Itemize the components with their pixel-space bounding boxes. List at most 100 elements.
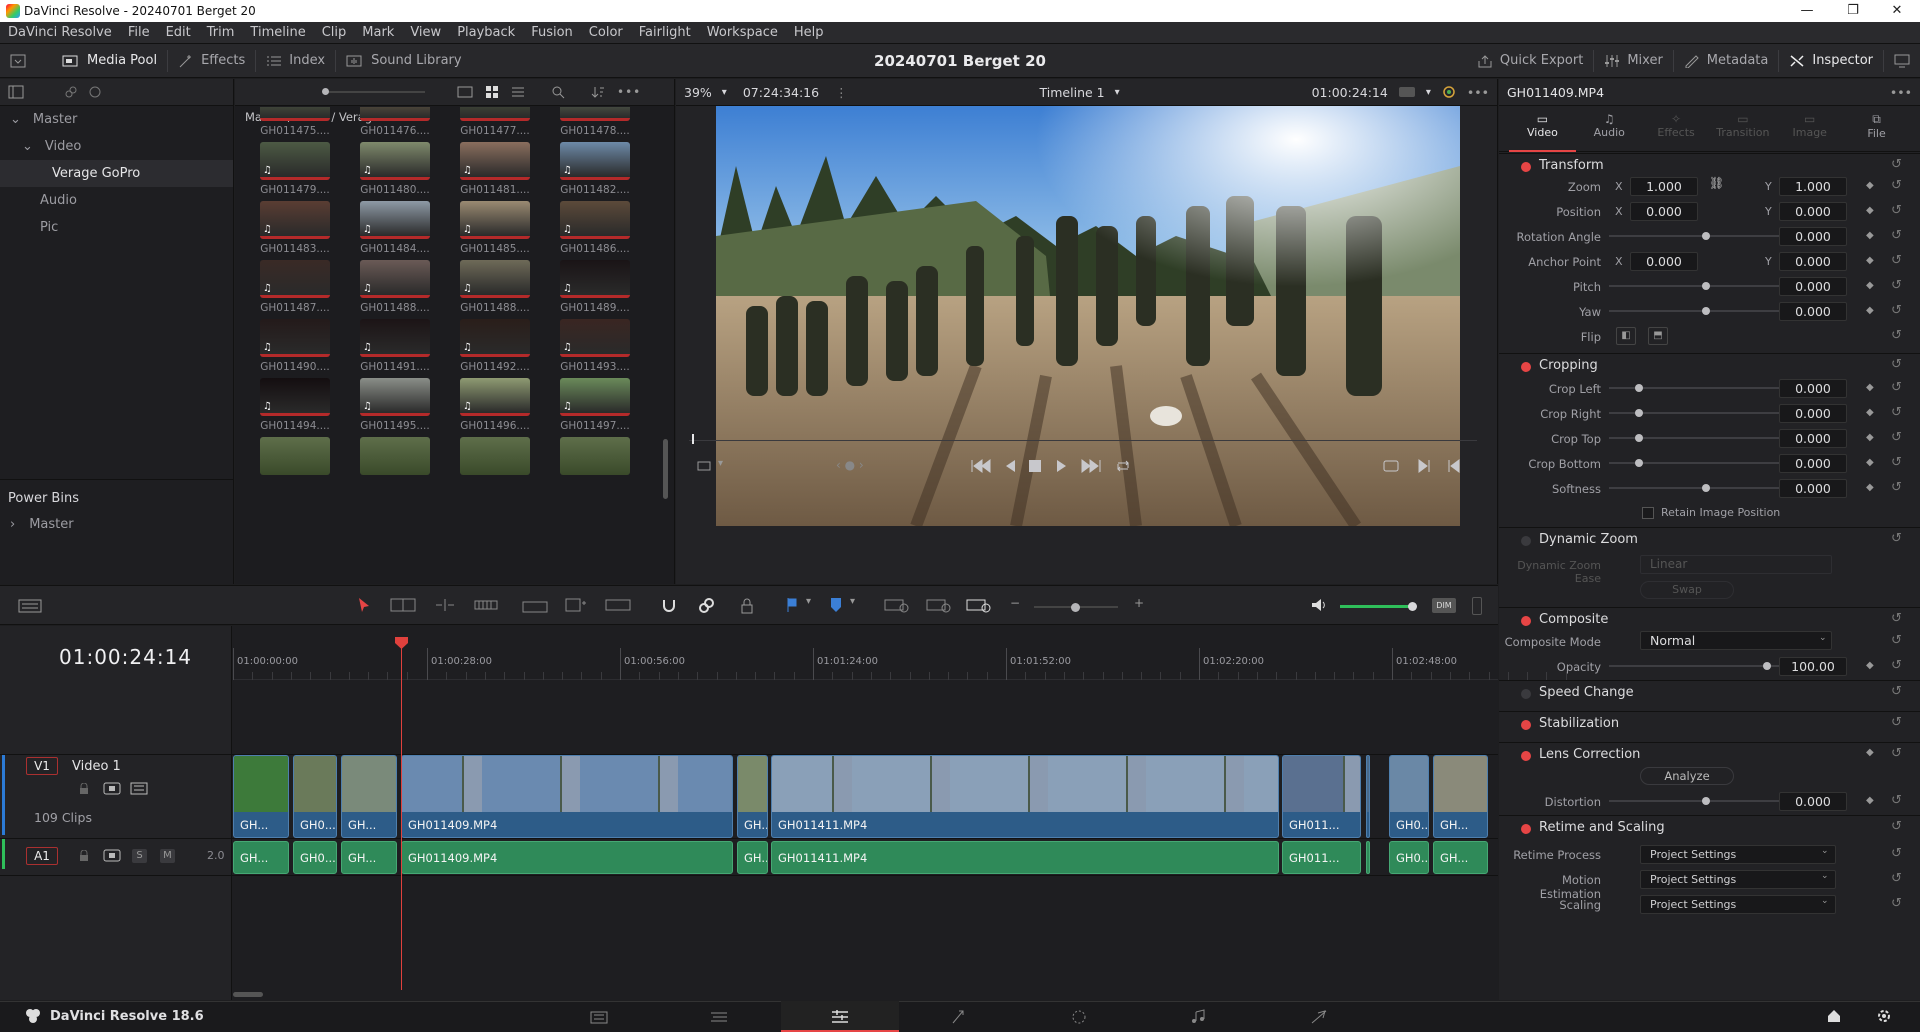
keyframe-icon[interactable]: ◆	[1866, 407, 1874, 418]
menu-edit[interactable]: Edit	[158, 22, 199, 44]
bin-video[interactable]: ⌄ Video	[0, 133, 233, 160]
fusion-page-button[interactable]	[900, 1001, 1018, 1032]
selection-tool-icon[interactable]	[358, 597, 370, 613]
transform-position-y[interactable]: 0.000	[1779, 202, 1847, 221]
clip-thumbnail[interactable]	[560, 437, 630, 475]
effects-button[interactable]: Effects	[168, 44, 255, 78]
clip-thumbnail[interactable]: ♫	[460, 201, 530, 239]
reset-icon[interactable]: ↺	[1891, 846, 1902, 861]
transform-zoom-y[interactable]: 1.000	[1779, 177, 1847, 196]
playhead-handle-icon[interactable]	[394, 636, 409, 650]
reset-icon[interactable]: ↺	[1891, 278, 1902, 293]
trim-tool-icon[interactable]	[390, 598, 416, 612]
cut-page-button[interactable]	[660, 1001, 778, 1032]
chevron-down-icon[interactable]: ⌄	[1821, 846, 1829, 856]
tab-image[interactable]: ▭ Image	[1776, 106, 1843, 152]
keyframe-icon[interactable]: ◆	[1866, 230, 1874, 241]
keyframe-icon[interactable]: ◆	[1866, 660, 1874, 671]
reset-icon[interactable]: ↺	[1891, 357, 1902, 372]
a1-track-label[interactable]: A1	[26, 847, 58, 865]
tab-effects[interactable]: ✧ Effects	[1643, 106, 1710, 152]
reset-icon[interactable]: ↺	[1891, 157, 1902, 172]
quick-export-button[interactable]: Quick Export	[1467, 44, 1593, 78]
retime-scaling-select[interactable]: Project Settings	[1640, 895, 1836, 914]
color-sync-icon[interactable]	[1441, 84, 1457, 100]
play-reverse-icon[interactable]	[1004, 459, 1016, 473]
solo-button[interactable]: S	[132, 849, 147, 863]
next-edit-icon[interactable]	[1418, 459, 1430, 473]
menu-view[interactable]: View	[402, 22, 449, 44]
reset-icon[interactable]: ↺	[1891, 303, 1902, 318]
transform-anchor-x[interactable]: 0.000	[1630, 252, 1698, 271]
link-icon[interactable]	[64, 85, 78, 99]
clip-thumbnail[interactable]	[460, 107, 530, 121]
crop-right-value[interactable]: 0.000	[1779, 404, 1847, 423]
video-clip[interactable]: GH...	[233, 755, 289, 838]
keyframe-icon[interactable]: ◆	[1866, 795, 1874, 806]
audio-clip[interactable]: GH0...	[293, 841, 337, 874]
clip-thumbnail[interactable]: ♫	[360, 378, 430, 416]
keyframe-icon[interactable]: ◆	[1866, 432, 1874, 443]
insert-clip-icon[interactable]	[522, 598, 548, 614]
distortion-value[interactable]: 0.000	[1779, 792, 1847, 811]
timeline-selector[interactable]: Timeline 1	[1040, 85, 1105, 100]
lens-correction-enable-toggle[interactable]	[1521, 751, 1531, 761]
auto-track-select-icon[interactable]	[103, 782, 121, 795]
reset-icon[interactable]: ↺	[1891, 633, 1902, 648]
gear-icon[interactable]	[1876, 1008, 1892, 1024]
reset-icon[interactable]: ↺	[1891, 430, 1902, 445]
sidebar-toggle-icon[interactable]	[8, 85, 24, 99]
speed-change-enable-toggle[interactable]	[1521, 689, 1531, 699]
viewer-scrubber[interactable]	[689, 440, 1477, 441]
clip-thumbnail[interactable]: ♫	[360, 260, 430, 298]
audio-clip[interactable]: GH011...	[1282, 841, 1361, 874]
sort-icon[interactable]	[591, 85, 605, 99]
skip-to-end-icon[interactable]	[1080, 459, 1102, 473]
viewer-scrubber-handle[interactable]	[692, 434, 694, 444]
keyframe-icon[interactable]: ◆	[1866, 180, 1874, 191]
reset-icon[interactable]: ↺	[1891, 658, 1902, 673]
reset-icon[interactable]: ↺	[1891, 178, 1902, 193]
video-clip[interactable]: GH0...	[293, 755, 337, 838]
edit-page-button[interactable]	[781, 1001, 899, 1032]
audio-clip[interactable]: GH...	[1433, 841, 1488, 874]
panel-toggle-button[interactable]	[0, 44, 52, 78]
clip-thumbnail[interactable]	[360, 107, 430, 121]
play-icon[interactable]	[1056, 459, 1068, 473]
snapping-icon[interactable]	[660, 597, 678, 615]
slider-knob[interactable]	[1702, 484, 1710, 492]
menu-fairlight[interactable]: Fairlight	[631, 22, 699, 44]
more-options-icon[interactable]: ⋮	[835, 85, 848, 100]
clip-thumbnail[interactable]: ♫	[560, 142, 630, 180]
metadata-view-icon[interactable]	[457, 85, 473, 99]
sound-library-button[interactable]: Sound Library	[336, 44, 472, 78]
chevron-down-icon[interactable]: ▾	[1426, 87, 1431, 98]
cropping-enable-toggle[interactable]	[1521, 362, 1531, 372]
clip-thumbnail[interactable]	[360, 437, 430, 475]
menu-mark[interactable]: Mark	[354, 22, 402, 44]
transform-rotation-value[interactable]: 0.000	[1779, 227, 1847, 246]
thumbnail-view-icon[interactable]	[485, 85, 499, 99]
track-lock-icon[interactable]	[78, 783, 90, 795]
clip-thumbnail[interactable]	[260, 107, 330, 121]
close-button[interactable]: ✕	[1874, 0, 1920, 22]
reset-icon[interactable]: ↺	[1891, 531, 1902, 546]
clip-thumbnail[interactable]: ♫	[260, 201, 330, 239]
video-clip[interactable]: GH...	[341, 755, 397, 838]
clip-thumbnail[interactable]	[460, 437, 530, 475]
keyframe-icon[interactable]: ◆	[1866, 205, 1874, 216]
analyze-button[interactable]: Analyze	[1640, 767, 1734, 785]
clip-thumbnail[interactable]: ♫	[560, 260, 630, 298]
retime-scaling-enable-toggle[interactable]	[1521, 824, 1531, 834]
video-clip[interactable]: GH011...	[1282, 755, 1361, 838]
zoom-custom-icon[interactable]	[966, 597, 992, 613]
more-options-icon[interactable]: •••	[1467, 85, 1489, 100]
maximize-button[interactable]: ❐	[1830, 0, 1876, 22]
viewer-zoom[interactable]: 39%	[684, 85, 712, 100]
crop-softness-value[interactable]: 0.000	[1779, 479, 1847, 498]
home-icon[interactable]	[1826, 1008, 1842, 1024]
clip-thumbnail[interactable]: ♫	[460, 142, 530, 180]
reset-icon[interactable]: ↺	[1891, 203, 1902, 218]
mute-button[interactable]: M	[160, 849, 175, 863]
swap-button[interactable]: Swap	[1640, 581, 1734, 599]
